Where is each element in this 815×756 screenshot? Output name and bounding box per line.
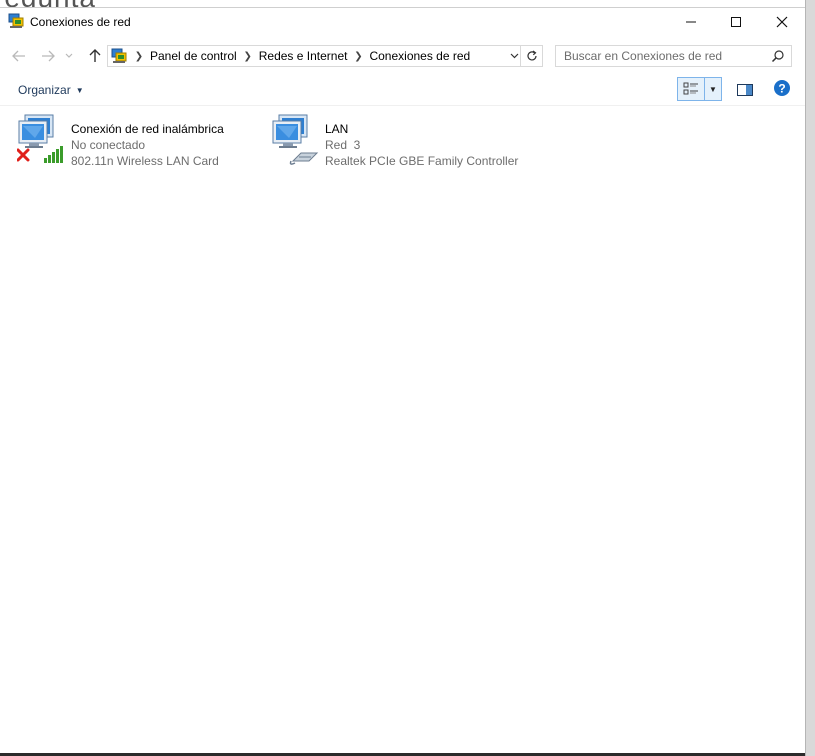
view-options-dropdown[interactable]: ▼ xyxy=(705,78,721,100)
caret-down-icon: ▼ xyxy=(709,84,717,94)
address-bar[interactable]: ❯ Panel de control ❯ Redes e Internet ❯ … xyxy=(107,45,521,67)
breadcrumb-control-panel[interactable]: Panel de control xyxy=(146,49,241,63)
search-icon xyxy=(771,50,784,63)
forward-button[interactable] xyxy=(37,46,59,66)
view-details-button[interactable] xyxy=(678,78,705,100)
breadcrumb-network-connections[interactable]: Conexiones de red xyxy=(365,49,474,63)
connection-name: Conexión de red inalámbrica xyxy=(71,122,224,136)
back-button[interactable] xyxy=(8,46,30,66)
connection-name: LAN xyxy=(325,122,349,136)
network-connections-icon xyxy=(8,13,24,28)
control-panel-icon xyxy=(111,48,127,63)
change-view-button[interactable]: ▼ xyxy=(677,77,722,101)
preview-pane-button[interactable] xyxy=(734,80,756,100)
caret-down-icon: ▼ xyxy=(75,85,84,95)
chevron-down-icon xyxy=(65,53,73,58)
breadcrumb-separator-icon[interactable]: ❯ xyxy=(351,51,365,62)
breadcrumb-separator-icon[interactable]: ❯ xyxy=(241,51,255,62)
breadcrumb-separator-icon[interactable]: ❯ xyxy=(132,51,146,62)
connection-status: Red 3 xyxy=(325,138,361,152)
background-strip xyxy=(805,0,815,756)
recent-locations-button[interactable] xyxy=(62,46,76,66)
connection-details: LAN Red 3 Realtek PCIe GBE Family Contro… xyxy=(325,121,518,169)
help-button[interactable]: ? xyxy=(773,79,791,97)
chevron-down-icon xyxy=(510,53,518,59)
connection-status: No conectado xyxy=(71,138,146,152)
command-bar: Organizar ▼ ▼ ? xyxy=(0,75,805,106)
wireless-network-icon xyxy=(17,114,63,163)
maximize-button[interactable] xyxy=(713,8,759,36)
connection-device: 802.11n Wireless LAN Card xyxy=(71,154,219,168)
minimize-button[interactable] xyxy=(668,8,714,36)
preview-pane-icon xyxy=(737,84,753,96)
back-arrow-icon xyxy=(12,50,25,62)
connection-device: Realtek PCIe GBE Family Controller xyxy=(325,154,519,168)
breadcrumb: ❯ Panel de control ❯ Redes e Internet ❯ … xyxy=(132,49,474,63)
organize-menu[interactable]: Organizar ▼ xyxy=(18,83,84,97)
refresh-icon xyxy=(526,50,537,61)
search-input[interactable] xyxy=(556,46,766,66)
tiles-view-icon xyxy=(683,82,698,95)
up-arrow-icon xyxy=(89,49,101,62)
maximize-icon xyxy=(731,17,741,27)
close-button[interactable] xyxy=(759,8,805,36)
window-title: Conexiones de red xyxy=(30,15,131,29)
title-bar[interactable]: Conexiones de red xyxy=(0,8,805,36)
search-box[interactable] xyxy=(555,45,792,67)
forward-arrow-icon xyxy=(42,50,55,62)
up-button[interactable] xyxy=(84,46,106,66)
close-icon xyxy=(776,16,788,28)
explorer-window: Conexiones de red ❯ Panel de control ❯ R… xyxy=(0,7,805,753)
breadcrumb-network-internet[interactable]: Redes e Internet xyxy=(255,49,352,63)
address-dropdown-button[interactable] xyxy=(507,45,521,67)
connection-item-lan[interactable]: LAN Red 3 Realtek PCIe GBE Family Contro… xyxy=(271,113,531,173)
refresh-button[interactable] xyxy=(521,45,543,67)
help-icon: ? xyxy=(774,80,790,96)
connection-details: Conexión de red inalámbrica No conectado… xyxy=(71,121,224,169)
connection-item-wireless[interactable]: Conexión de red inalámbrica No conectado… xyxy=(17,113,247,173)
svg-text:?: ? xyxy=(778,82,785,96)
minimize-icon xyxy=(686,21,696,23)
ethernet-network-icon xyxy=(272,114,319,165)
organize-label: Organizar xyxy=(18,83,71,97)
